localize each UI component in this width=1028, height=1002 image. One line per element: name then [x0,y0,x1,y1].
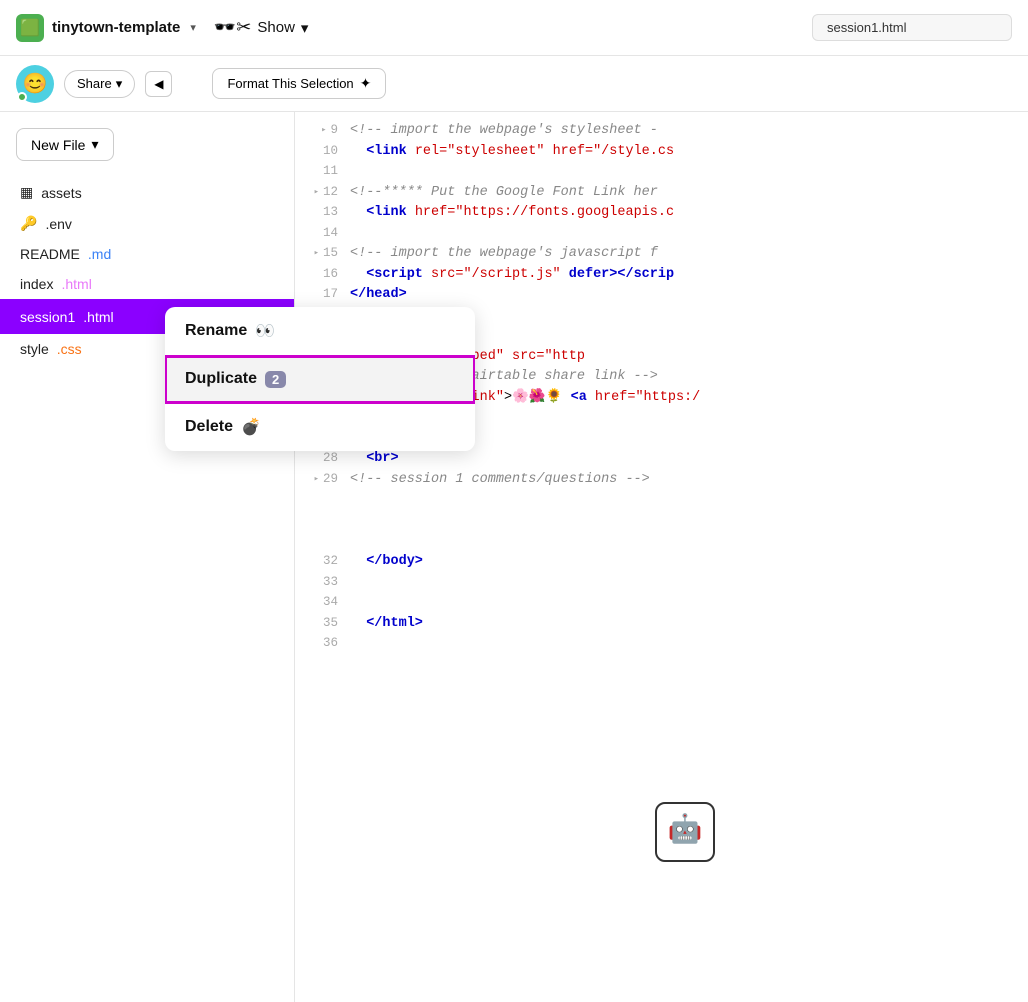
file-ext-session1: .html [83,309,113,325]
ln-12: ▸12 [295,182,338,203]
file-ext-style: .css [57,341,82,357]
glasses-icon: 🕶️✂ [214,17,252,38]
ln-10: 10 [295,141,338,162]
code-line-32: </body> [350,551,1028,572]
ln-33: 33 [295,572,338,593]
ln-11: 11 [295,161,338,182]
file-name-style-plain: style [20,341,49,357]
ln-36: 36 [295,633,338,654]
online-dot [17,92,27,102]
file-name-assets: assets [41,185,81,201]
ln-29: ▸29 [295,469,338,490]
code-line-34 [350,592,1028,613]
file-name-env: .env [45,216,71,232]
context-menu-duplicate[interactable]: Duplicate 2 [165,356,475,403]
ln-13: 13 [295,202,338,223]
code-line-15: <!-- import the webpage's javascript f [350,243,1028,264]
duplicate-label: Duplicate [185,370,257,388]
code-line-11 [350,161,1028,182]
key-icon: 🔑 [20,215,37,232]
code-line-35: </html> [350,613,1028,634]
file-ext-index: .html [61,276,91,292]
main-layout: New File ▾ ▦ assets 🔑 .env README .md ind… [0,112,1028,1002]
file-name-readme-plain: README [20,246,80,262]
file-ext-readme: .md [88,246,111,262]
ln-17: 17 [295,284,338,305]
app-icon: 🟩 [16,14,44,42]
code-content: ▸9 10 11 ▸12 13 14 ▸15 16 17 21 22 23 ▸2… [295,112,1028,1002]
delete-label: Delete [185,418,233,436]
show-label: Show [257,19,295,36]
context-menu-delete[interactable]: Delete 💣 [165,403,475,451]
rename-icon: 👀 [255,321,275,341]
collapse-button[interactable]: ◀ [145,71,172,97]
show-dropdown-icon: ▾ [301,19,309,37]
code-line-33 [350,572,1028,593]
format-button[interactable]: Format This Selection ✦ [212,68,386,99]
file-item-env[interactable]: 🔑 .env [0,208,294,239]
ln-35: 35 [295,613,338,634]
new-file-button[interactable]: New File ▾ [16,128,114,161]
code-line-17: </head> [350,284,1028,305]
folder-icon: ▦ [20,184,33,201]
code-lines: <!-- import the webpage's stylesheet - <… [350,112,1028,1002]
code-line-12: <!--***** Put the Google Font Link her [350,182,1028,203]
code-line-13: <link href="https://fonts.googleapis.c [350,202,1028,223]
code-area[interactable]: ▸9 10 11 ▸12 13 14 ▸15 16 17 21 22 23 ▸2… [295,112,1028,1002]
context-menu: Rename 👀 Duplicate 2 Delete 💣 [165,307,475,451]
duplicate-badge: 2 [265,371,286,388]
ln-robot [295,489,338,551]
format-label: Format This Selection [227,76,353,91]
collapse-icon: ◀ [154,77,163,91]
file-item-assets[interactable]: ▦ assets [0,177,294,208]
code-line-29: <!-- session 1 comments/questions --> [350,469,1028,490]
line-numbers: ▸9 10 11 ▸12 13 14 ▸15 16 17 21 22 23 ▸2… [295,112,350,1002]
project-name: tinytown-template [52,19,180,36]
code-line-14 [350,223,1028,244]
file-name-session1-plain: session1 [20,309,75,325]
second-bar: 😊 Share ▾ ◀ Format This Selection ✦ [0,56,1028,112]
new-file-label: New File [31,137,85,153]
rename-label: Rename [185,322,247,340]
ln-34: 34 [295,592,338,613]
ln-9: ▸9 [295,120,338,141]
code-line-36 [350,633,1028,654]
file-item-index[interactable]: index .html [0,269,294,299]
project-dropdown-icon[interactable]: ▾ [190,21,196,34]
sparkle-icon: ✦ [360,75,372,92]
file-name-index-plain: index [20,276,53,292]
file-tab[interactable]: session1.html [812,14,1012,41]
file-item-readme[interactable]: README .md [0,239,294,269]
share-label: Share [77,76,112,91]
ln-32: 32 [295,551,338,572]
code-line-10: <link rel="stylesheet" href="/style.cs [350,141,1028,162]
avatar: 😊 [16,65,54,103]
code-line-9: <!-- import the webpage's stylesheet - [350,120,1028,141]
share-button[interactable]: Share ▾ [64,70,135,98]
code-line-16: <script src="/script.js" defer></scrip [350,264,1028,285]
code-line-28: <br> [350,448,1028,469]
context-menu-rename[interactable]: Rename 👀 [165,307,475,356]
ln-16: 16 [295,264,338,285]
ln-28: 28 [295,448,338,469]
show-button[interactable]: 🕶️✂ Show ▾ [204,12,319,43]
ln-14: 14 [295,223,338,244]
ln-15: ▸15 [295,243,338,264]
delete-icon: 💣 [241,417,261,437]
robot-icon: 🤖 [655,802,715,862]
code-line-robot: 🤖 [350,489,1028,551]
top-bar: 🟩 tinytown-template ▾ 🕶️✂ Show ▾ session… [0,0,1028,56]
share-dropdown-icon: ▾ [116,76,123,92]
sidebar: New File ▾ ▦ assets 🔑 .env README .md ind… [0,112,295,1002]
new-file-arrow-icon: ▾ [91,136,98,153]
